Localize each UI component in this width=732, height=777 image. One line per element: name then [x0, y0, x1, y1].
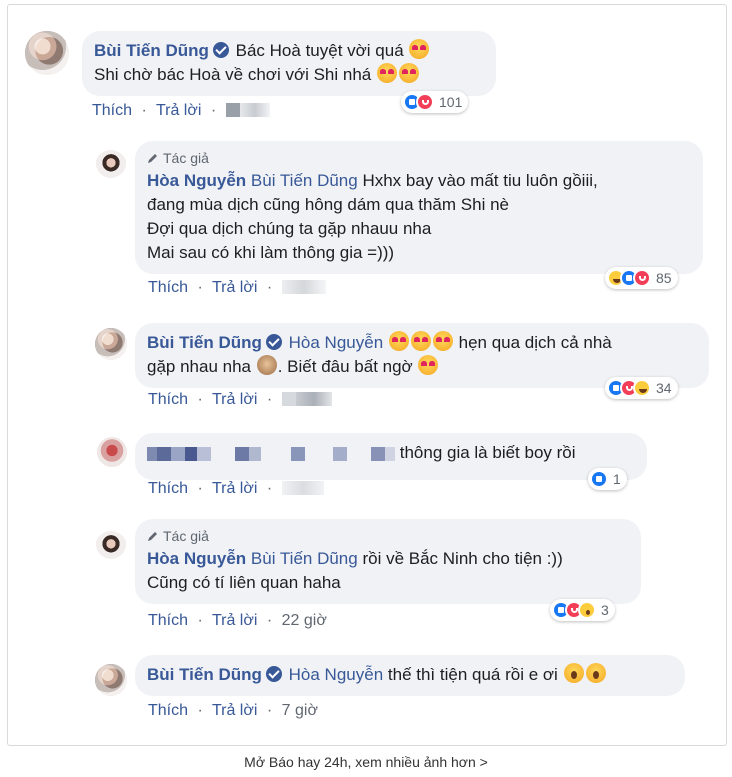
- comment-6: Bùi Tiến Dũng Hòa Nguyễn thế thì tiện qu…: [8, 5, 726, 735]
- comment-time[interactable]: 7 giờ: [282, 702, 318, 719]
- comment-thread: Bùi Tiến Dũng Bác Hoà tuyệt vời quá Shi …: [7, 4, 727, 746]
- like-link[interactable]: Thích: [148, 702, 188, 719]
- separator-dot: ·: [197, 702, 203, 719]
- avatar[interactable]: [95, 664, 127, 696]
- reply-link[interactable]: Trả lời: [212, 702, 257, 719]
- verified-icon: [265, 666, 282, 682]
- surprised-face-emoji-icon: [563, 663, 584, 683]
- comment-text: thế thì tiện quá rồi e ơi: [387, 665, 558, 684]
- comment-bubble: Bùi Tiến Dũng Hòa Nguyễn thế thì tiện qu…: [135, 655, 685, 696]
- author-name[interactable]: Bùi Tiến Dũng: [147, 665, 262, 684]
- more-images-link[interactable]: Mở Báo hay 24h, xem nhiều ảnh hơn >: [244, 754, 488, 770]
- surprised-face-emoji-icon: [585, 663, 606, 683]
- separator-dot: ·: [266, 702, 273, 719]
- mention-link[interactable]: Hòa Nguyễn: [289, 665, 384, 684]
- footer: Mở Báo hay 24h, xem nhiều ảnh hơn >: [0, 754, 732, 770]
- comment-actions: Thích · Trả lời · 7 giờ: [148, 702, 318, 720]
